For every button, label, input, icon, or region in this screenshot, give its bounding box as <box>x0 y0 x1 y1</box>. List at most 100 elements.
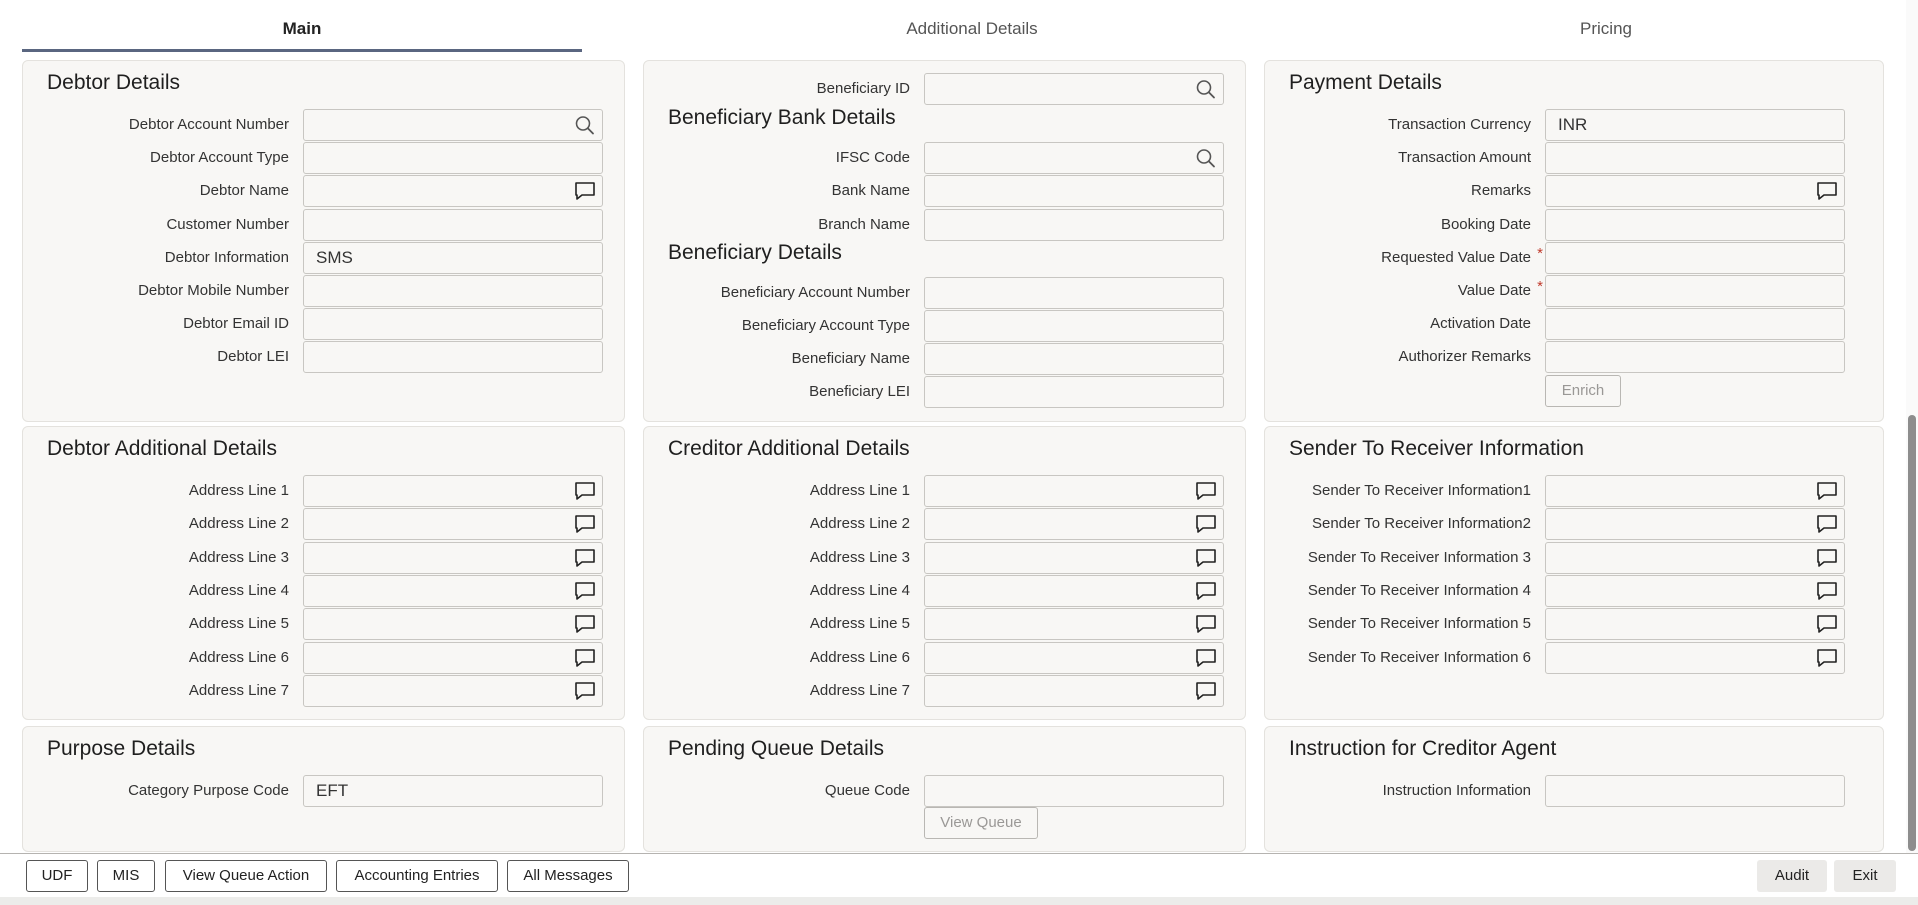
payment-field[interactable] <box>1545 209 1845 241</box>
comment-icon[interactable] <box>1195 614 1217 634</box>
field-label-text: Address Line 6 <box>809 648 910 666</box>
comment-icon[interactable] <box>1195 648 1217 668</box>
beneficiary-bank-field[interactable] <box>924 209 1224 241</box>
address-field[interactable] <box>303 541 603 574</box>
payment-field[interactable] <box>1545 341 1845 373</box>
address-field[interactable] <box>303 508 603 541</box>
payment-field[interactable] <box>1545 142 1845 174</box>
comment-icon[interactable] <box>574 514 596 534</box>
beneficiary-detail-field[interactable] <box>924 343 1224 375</box>
enrich-button[interactable]: Enrich <box>1545 375 1621 407</box>
comment-icon[interactable] <box>1816 581 1838 601</box>
address-field[interactable] <box>1545 608 1845 641</box>
address-field[interactable] <box>1545 475 1845 507</box>
comment-icon[interactable] <box>1195 514 1217 534</box>
debtor-field[interactable]: SMS <box>303 242 603 274</box>
payment-field[interactable] <box>1545 308 1845 340</box>
comment-icon[interactable] <box>574 614 596 634</box>
tab-pricing[interactable]: Pricing <box>1289 0 1918 52</box>
address-field[interactable] <box>1545 641 1845 674</box>
exit-button[interactable]: Exit <box>1834 860 1896 892</box>
address-field[interactable] <box>303 574 603 607</box>
address-field[interactable] <box>1545 508 1845 541</box>
comment-icon[interactable] <box>1195 548 1217 568</box>
beneficiary-bank-field[interactable] <box>924 175 1224 207</box>
all-messages-button[interactable]: All Messages <box>507 860 629 892</box>
instruction-information-field[interactable] <box>1545 775 1845 807</box>
vertical-scrollbar[interactable] <box>1906 0 1918 853</box>
field-label-text: Debtor LEI <box>217 348 289 365</box>
comment-icon[interactable] <box>1195 581 1217 601</box>
comment-icon[interactable] <box>1816 181 1838 201</box>
payment-field[interactable] <box>1545 175 1845 207</box>
comment-icon[interactable] <box>574 648 596 668</box>
address-field[interactable] <box>1545 574 1845 607</box>
address-field[interactable] <box>924 541 1224 574</box>
field-label: Address Line 5 <box>189 608 289 640</box>
field-label: Sender To Receiver Information 5 <box>1308 608 1531 640</box>
field-label: Sender To Receiver Information 3 <box>1308 542 1531 574</box>
debtor-field[interactable] <box>303 308 603 340</box>
comment-icon[interactable] <box>574 481 596 501</box>
view-queue-action-button[interactable]: View Queue Action <box>165 860 327 892</box>
field-label: Address Line 6 <box>189 642 289 674</box>
debtor-field[interactable] <box>303 175 603 207</box>
address-field[interactable] <box>303 608 603 641</box>
address-field[interactable] <box>303 641 603 674</box>
tab-bar: Main Additional Details Pricing <box>22 0 1882 52</box>
accounting-entries-button[interactable]: Accounting Entries <box>336 860 498 892</box>
scrollbar-thumb[interactable] <box>1908 415 1916 851</box>
field-label-text: Beneficiary Account Type <box>741 317 910 334</box>
queue-code-field[interactable] <box>924 775 1224 807</box>
comment-icon[interactable] <box>574 181 596 201</box>
beneficiary-detail-field[interactable] <box>924 310 1224 342</box>
address-field[interactable] <box>924 475 1224 507</box>
tab-additional-details[interactable]: Additional Details <box>655 0 1289 52</box>
beneficiary-id-field[interactable] <box>924 73 1224 105</box>
debtor-field[interactable] <box>303 109 603 141</box>
category-purpose-code-field[interactable]: EFT <box>303 775 603 807</box>
comment-icon[interactable] <box>1816 548 1838 568</box>
field-label: Value Date * <box>1458 275 1543 307</box>
address-field[interactable] <box>924 641 1224 674</box>
field-value: SMS <box>316 248 353 267</box>
payment-field[interactable] <box>1545 275 1845 307</box>
beneficiary-detail-field[interactable] <box>924 277 1224 309</box>
payment-field[interactable] <box>1545 242 1845 274</box>
comment-icon[interactable] <box>1816 648 1838 668</box>
debtor-field[interactable] <box>303 275 603 307</box>
debtor-field[interactable] <box>303 142 603 174</box>
comment-icon[interactable] <box>1816 481 1838 501</box>
debtor-field[interactable] <box>303 341 603 373</box>
debtor-field[interactable] <box>303 209 603 241</box>
field-label-text: Address Line 7 <box>188 681 289 699</box>
search-icon[interactable] <box>1195 148 1217 168</box>
field-label: Authorizer Remarks <box>1398 341 1531 373</box>
field-label-text: Requested Value Date <box>1381 249 1531 266</box>
address-field[interactable] <box>924 608 1224 641</box>
udf-button[interactable]: UDF <box>26 860 88 892</box>
payment-field[interactable]: INR <box>1545 109 1845 141</box>
address-field[interactable] <box>924 674 1224 707</box>
form-row: Activation Date <box>1265 308 1883 340</box>
mis-button[interactable]: MIS <box>97 860 155 892</box>
beneficiary-detail-field[interactable] <box>924 376 1224 408</box>
comment-icon[interactable] <box>574 581 596 601</box>
comment-icon[interactable] <box>1816 614 1838 634</box>
address-field[interactable] <box>924 508 1224 541</box>
comment-icon[interactable] <box>574 681 596 701</box>
address-field[interactable] <box>924 574 1224 607</box>
address-field[interactable] <box>303 674 603 707</box>
address-field[interactable] <box>1545 541 1845 574</box>
comment-icon[interactable] <box>574 548 596 568</box>
comment-icon[interactable] <box>1195 481 1217 501</box>
beneficiary-bank-field[interactable] <box>924 142 1224 174</box>
view-queue-button[interactable]: View Queue <box>924 807 1038 839</box>
tab-main[interactable]: Main <box>22 0 582 52</box>
comment-icon[interactable] <box>1816 514 1838 534</box>
search-icon[interactable] <box>574 115 596 135</box>
audit-button[interactable]: Audit <box>1757 860 1827 892</box>
search-icon[interactable] <box>1195 79 1217 99</box>
comment-icon[interactable] <box>1195 681 1217 701</box>
address-field[interactable] <box>303 475 603 507</box>
